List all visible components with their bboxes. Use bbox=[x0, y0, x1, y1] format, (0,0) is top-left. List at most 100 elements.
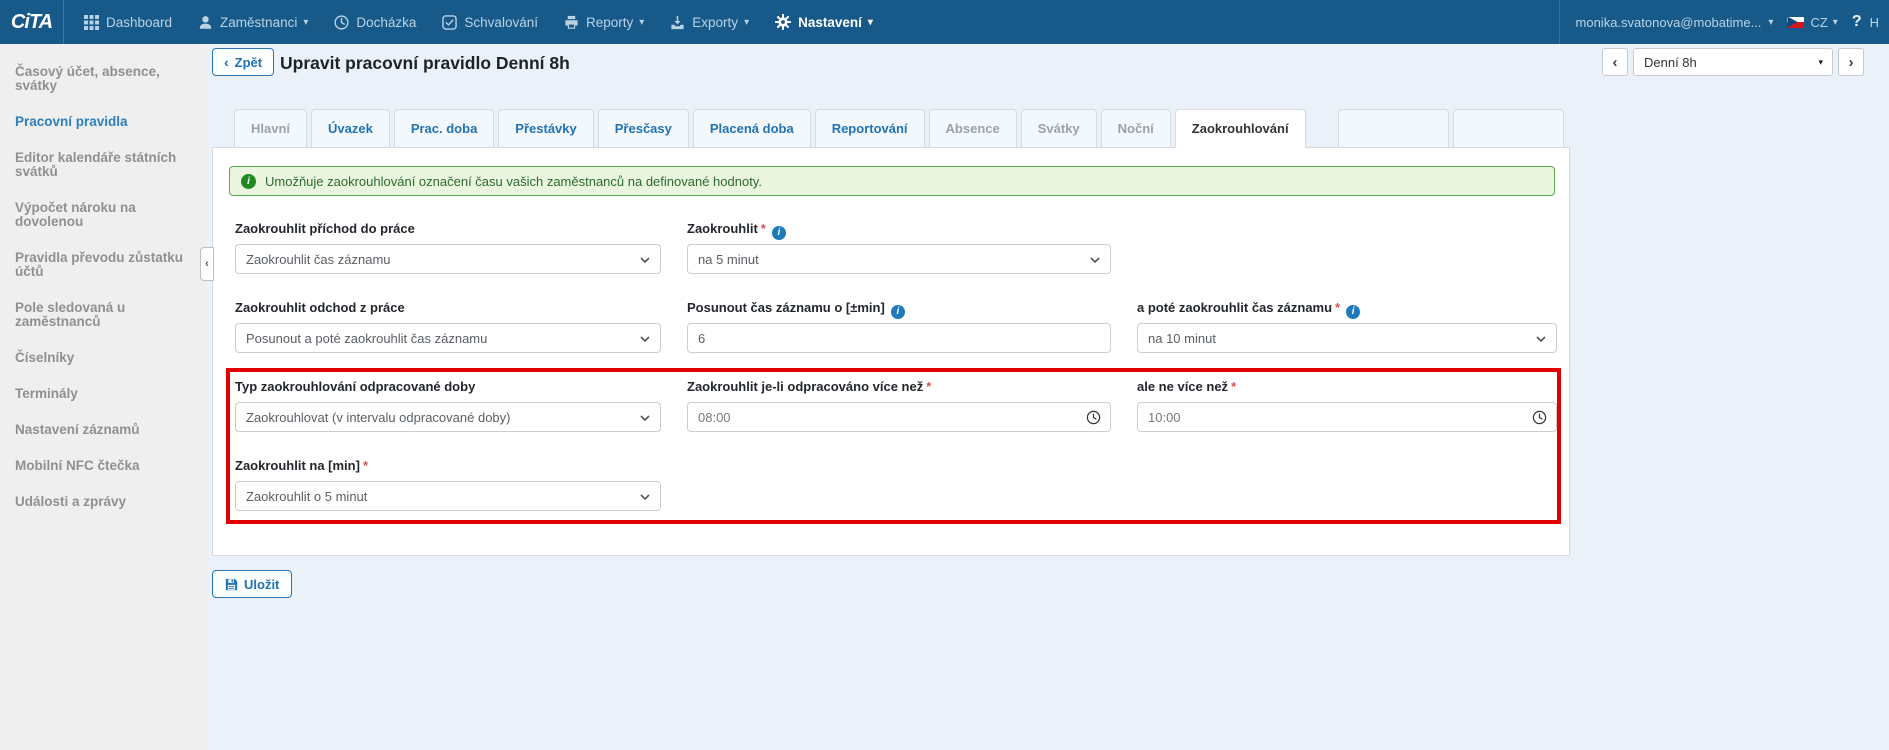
tab-hlavni[interactable]: Hlavní bbox=[234, 109, 307, 148]
posunout-cas-input[interactable] bbox=[687, 323, 1111, 353]
tab-absence[interactable]: Absence bbox=[929, 109, 1017, 148]
help-menu[interactable]: ? H bbox=[1852, 13, 1879, 31]
page-title: Upravit pracovní pravidlo Denní 8h bbox=[280, 53, 570, 74]
clock-icon bbox=[1086, 410, 1101, 425]
field-odpracovano-vice-nez: Zaokrouhlit je-li odpracováno více než* bbox=[687, 379, 1111, 432]
zaokrouhlit-na-min-select[interactable]: Zaokrouhlit o 5 minut bbox=[235, 481, 661, 511]
tab-svatky[interactable]: Svátky bbox=[1021, 109, 1097, 148]
field-label: Zaokrouhlit je-li odpracováno více než bbox=[687, 379, 923, 394]
zaokrouhlit-select[interactable]: na 5 minut bbox=[687, 244, 1111, 274]
sidebar-item-nastaveni-zaznamu[interactable]: Nastavení záznamů bbox=[0, 412, 206, 448]
field-posunout-cas: Posunout čas záznamu o [±min] i bbox=[687, 300, 1111, 353]
rule-pager: ‹ Denní 8h ▾ › bbox=[1602, 48, 1864, 76]
tab-nocni[interactable]: Noční bbox=[1101, 109, 1171, 148]
tab-prestavky[interactable]: Přestávky bbox=[498, 109, 593, 148]
field-pote-zaokrouhlit: a poté zaokrouhlit čas záznamu*i na 10 m… bbox=[1137, 300, 1557, 353]
select-value: Zaokrouhlit o 5 minut bbox=[246, 489, 367, 504]
info-banner: i Umožňuje zaokrouhlování označení času … bbox=[229, 166, 1555, 196]
sidebar-item-vypocet-naroku[interactable]: Výpočet nároku na dovolenou bbox=[0, 190, 206, 240]
nav-item-nastaveni[interactable]: Nastavení ▾ bbox=[775, 14, 873, 30]
sidebar-item-pravidla-prevodu[interactable]: Pravidla převodu zůstatku účtů bbox=[0, 240, 206, 290]
form-row-3: Typ zaokrouhlování odpracované doby Zaok… bbox=[235, 379, 1557, 432]
czech-flag-icon bbox=[1787, 17, 1804, 28]
export-icon bbox=[670, 15, 685, 30]
sidebar-item-pole-sledovana[interactable]: Pole sledovaná u zaměstnanců bbox=[0, 290, 206, 340]
field-label: Posunout čas záznamu o [±min] bbox=[687, 300, 885, 315]
zaokrouhlit-odchod-select[interactable]: Posunout a poté zaokrouhlit čas záznamu bbox=[235, 323, 661, 353]
tab-zaokrouhlovani[interactable]: Zaokrouhlování bbox=[1175, 109, 1306, 148]
chevron-down-icon: ▾ bbox=[1768, 17, 1773, 28]
tab-reportovani[interactable]: Reportování bbox=[815, 109, 925, 148]
select-value: Posunout a poté zaokrouhlit čas záznamu bbox=[246, 331, 487, 346]
nav-item-dochazka[interactable]: Docházka bbox=[334, 15, 416, 30]
chevron-down-icon bbox=[640, 336, 650, 342]
app-logo[interactable]: CiTA bbox=[0, 0, 64, 44]
odpracovano-vice-nez-time[interactable] bbox=[687, 402, 1111, 432]
tab-prescasy[interactable]: Přesčasy bbox=[598, 109, 689, 148]
rule-select[interactable]: Denní 8h ▾ bbox=[1633, 48, 1833, 76]
back-button[interactable]: ‹ Zpět bbox=[212, 48, 274, 76]
time-input[interactable] bbox=[698, 403, 1060, 431]
zaokrouhlit-prichod-select[interactable]: Zaokrouhlit čas záznamu bbox=[235, 244, 661, 274]
user-icon bbox=[198, 15, 213, 30]
clock-icon bbox=[334, 15, 349, 30]
chevron-down-icon bbox=[1536, 336, 1546, 342]
info-icon[interactable]: i bbox=[1346, 305, 1360, 319]
field-label: a poté zaokrouhlit čas záznamu bbox=[1137, 300, 1332, 315]
nav-label: Nastavení bbox=[798, 15, 862, 30]
rule-tabs: Hlavní Úvazek Prac. doba Přestávky Přesč… bbox=[212, 108, 1888, 148]
required-mark: * bbox=[926, 379, 931, 394]
tab-prac-doba[interactable]: Prac. doba bbox=[394, 109, 494, 148]
ale-ne-vice-nez-time[interactable] bbox=[1137, 402, 1557, 432]
question-mark-icon: ? bbox=[1852, 13, 1862, 31]
nav-label: Schvalování bbox=[464, 15, 538, 30]
chevron-right-icon: › bbox=[1849, 54, 1854, 71]
form-row-2: Zaokrouhlit odchod z práce Posunout a po… bbox=[235, 300, 1557, 353]
field-label: ale ne více než bbox=[1137, 379, 1228, 394]
time-input[interactable] bbox=[1148, 403, 1506, 431]
tab-uvazek[interactable]: Úvazek bbox=[311, 109, 390, 148]
user-menu[interactable]: monika.svatonova@mobatime... ▾ bbox=[1576, 15, 1774, 30]
typ-zaokrouhlovani-select[interactable]: Zaokrouhlovat (v intervalu odpracované d… bbox=[235, 402, 661, 432]
sidebar-collapse-handle[interactable]: ‹ bbox=[200, 247, 214, 281]
nav-label: Zaměstnanci bbox=[220, 15, 297, 30]
nav-item-schvalovani[interactable]: Schvalování bbox=[442, 15, 538, 30]
field-label: Zaokrouhlit bbox=[687, 221, 758, 236]
nav-item-zamestnanci[interactable]: Zaměstnanci ▾ bbox=[198, 15, 308, 30]
form-row-4: Zaokrouhlit na [min]* Zaokrouhlit o 5 mi… bbox=[235, 458, 1557, 511]
tab-unlabeled-1[interactable] bbox=[1338, 109, 1449, 148]
next-rule-button[interactable]: › bbox=[1838, 48, 1864, 76]
sidebar-item-mobilni-nfc[interactable]: Mobilní NFC čtečka bbox=[0, 448, 206, 484]
back-label: Zpět bbox=[235, 55, 262, 70]
printer-icon bbox=[564, 15, 579, 30]
tab-unlabeled-2[interactable] bbox=[1453, 109, 1564, 148]
info-icon[interactable]: i bbox=[891, 305, 905, 319]
pote-zaokrouhlit-select[interactable]: na 10 minut bbox=[1137, 323, 1557, 353]
sidebar-item-pracovni-pravidla[interactable]: Pracovní pravidla bbox=[0, 104, 206, 140]
sidebar-item-udalosti-zpravy[interactable]: Události a zprávy bbox=[0, 484, 206, 520]
tab-placena-doba[interactable]: Placená doba bbox=[693, 109, 811, 148]
sidebar-item-terminaly[interactable]: Terminály bbox=[0, 376, 206, 412]
form-row-1: Zaokrouhlit příchod do práce Zaokrouhlit… bbox=[235, 221, 1557, 274]
nav-item-reporty[interactable]: Reporty ▾ bbox=[564, 15, 644, 30]
chevron-down-icon: ▾ bbox=[744, 17, 749, 28]
caret-down-icon: ▾ bbox=[1818, 57, 1823, 68]
info-icon[interactable]: i bbox=[772, 226, 786, 240]
select-value: Zaokrouhlit čas záznamu bbox=[246, 252, 391, 267]
grid-icon bbox=[84, 15, 99, 30]
prev-rule-button[interactable]: ‹ bbox=[1602, 48, 1628, 76]
chevron-down-icon bbox=[640, 494, 650, 500]
save-button[interactable]: Uložit bbox=[212, 570, 292, 598]
nav-item-exporty[interactable]: Exporty ▾ bbox=[670, 15, 749, 30]
required-mark: * bbox=[761, 221, 766, 236]
rule-select-value: Denní 8h bbox=[1644, 55, 1697, 70]
language-menu[interactable]: CZ ▾ bbox=[1787, 15, 1837, 30]
sidebar-item-ciselniky[interactable]: Číselníky bbox=[0, 340, 206, 376]
save-label: Uložit bbox=[244, 577, 279, 592]
sidebar-item-casovy-ucet[interactable]: Časový účet, absence, svátky bbox=[0, 54, 206, 104]
nav-item-dashboard[interactable]: Dashboard bbox=[84, 15, 172, 30]
field-label: Zaokrouhlit příchod do práce bbox=[235, 221, 415, 236]
select-value: na 5 minut bbox=[698, 252, 759, 267]
info-banner-text: Umožňuje zaokrouhlování označení času va… bbox=[265, 174, 762, 189]
sidebar-item-editor-kalendare[interactable]: Editor kalendáře státních svátků bbox=[0, 140, 206, 190]
